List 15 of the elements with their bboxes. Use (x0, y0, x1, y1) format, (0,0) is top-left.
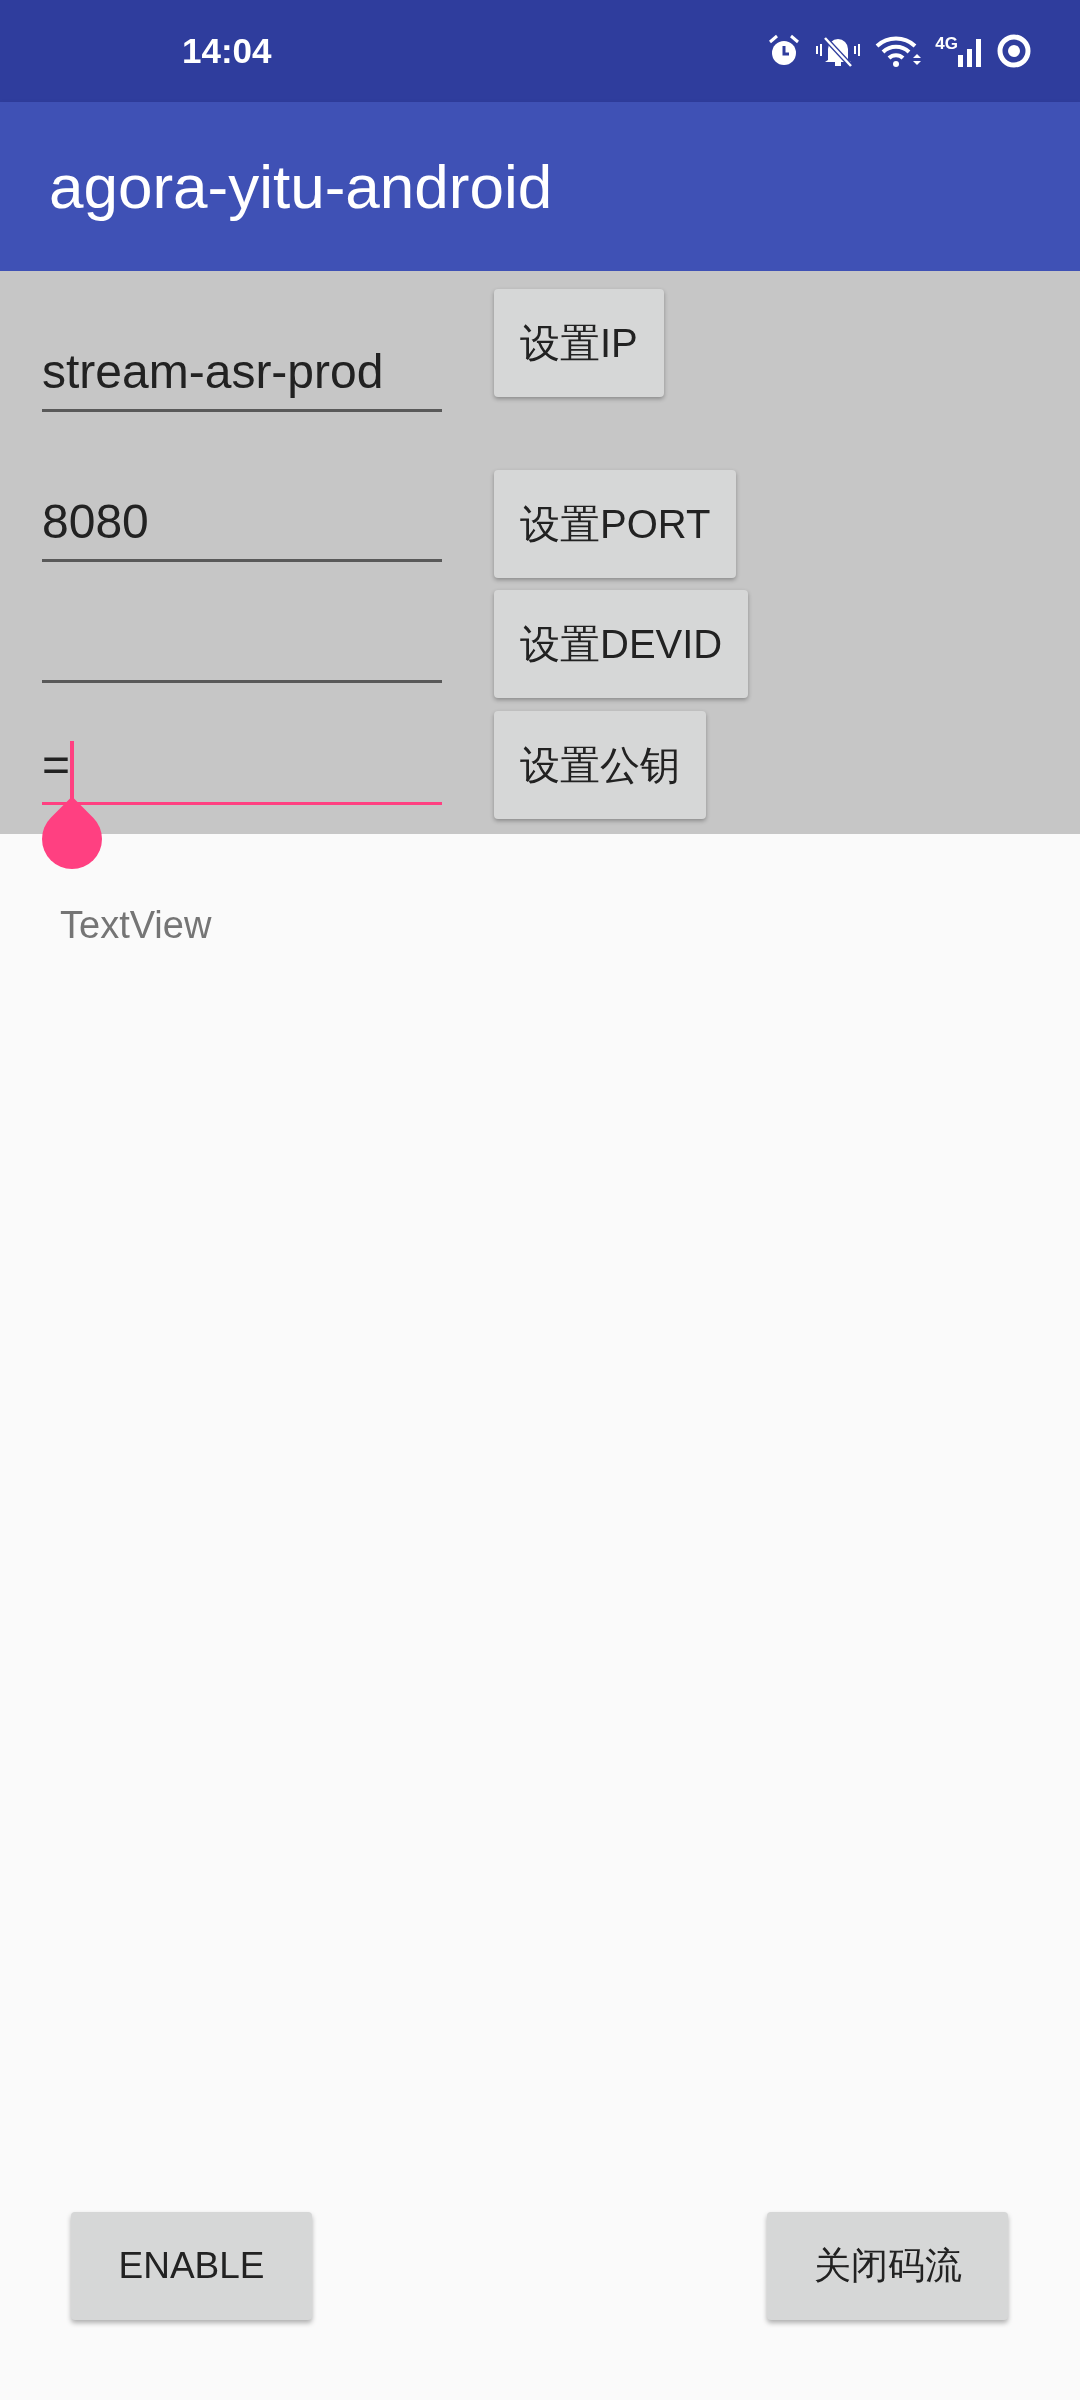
set-button[interactable]: 设置DEVID (494, 590, 749, 698)
wifi-icon (875, 34, 922, 68)
enable-button[interactable]: ENABLE (71, 2212, 312, 2320)
text-view-label: TextView (60, 904, 212, 947)
close-stream-button[interactable]: 关闭码流 (767, 2212, 1008, 2320)
text-field[interactable]: stream-asr-prod (42, 342, 442, 412)
app-title: agora-yitu-android (49, 151, 553, 222)
alarm-icon (767, 34, 802, 68)
ring-icon (996, 33, 1032, 69)
text-field[interactable]: 8080 (42, 492, 442, 562)
set-button[interactable]: 设置PORT (494, 470, 737, 578)
set-button[interactable]: 设置IP (494, 289, 664, 397)
clock-time: 14:04 (182, 31, 272, 71)
bell-off-icon (815, 34, 862, 68)
set-button[interactable]: 设置公钥 (494, 711, 706, 819)
